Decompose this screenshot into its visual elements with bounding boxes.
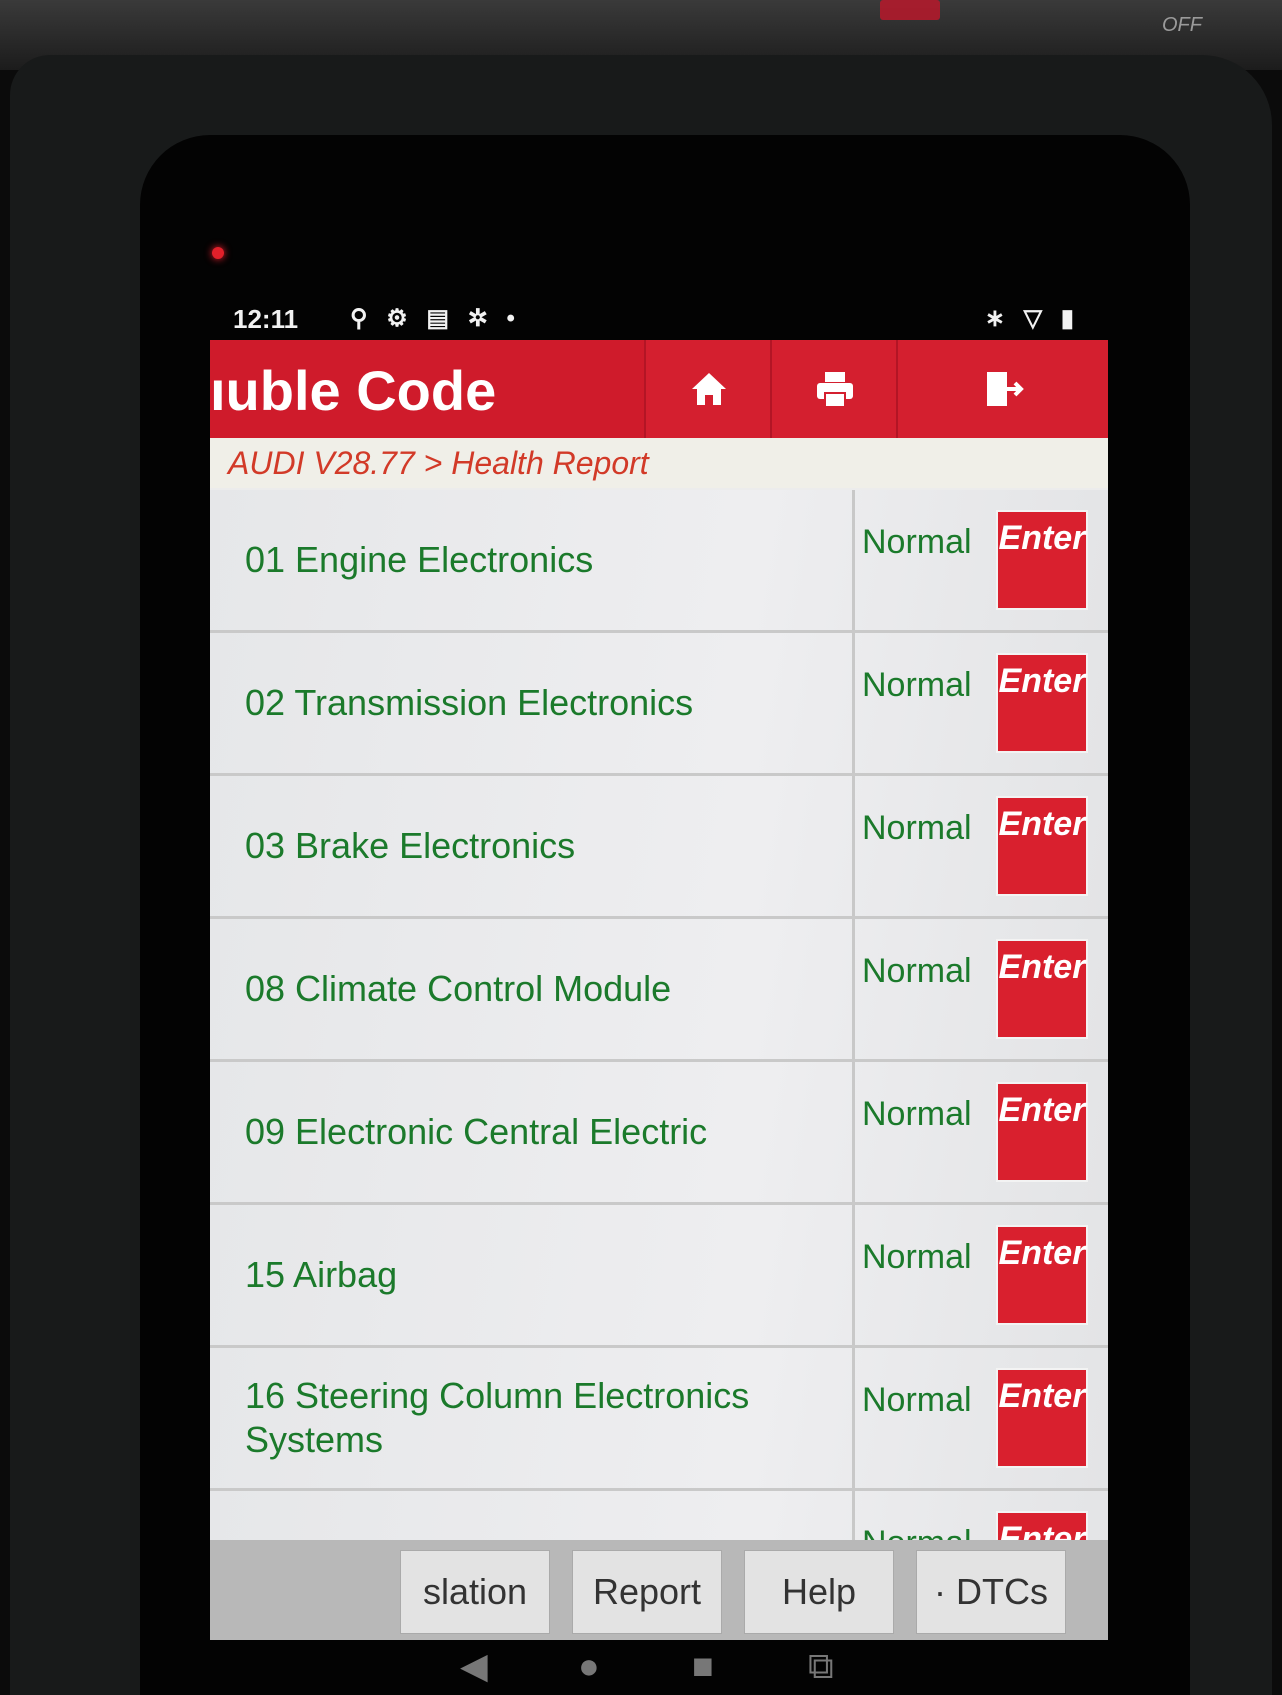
module-name: 16 Steering Column Electronics Systems xyxy=(245,1375,750,1460)
enter-button[interactable]: Enter xyxy=(996,939,1088,1039)
module-name: 01 Engine Electronics xyxy=(245,539,594,580)
recents-icon[interactable]: ■ xyxy=(692,1645,714,1687)
column-divider xyxy=(852,919,855,1059)
module-status: Normal xyxy=(862,1238,972,1276)
enter-button[interactable]: Enter xyxy=(996,1082,1088,1182)
module-status: Normal xyxy=(862,1095,972,1133)
printer-icon xyxy=(817,372,853,408)
module-row: 02 Transmission Electronics Normal Enter xyxy=(210,633,1108,776)
enter-button[interactable]: Enter xyxy=(996,1368,1088,1468)
module-name: 08 Climate Control Module xyxy=(245,968,672,1009)
home-button[interactable] xyxy=(644,340,772,438)
module-status: Normal xyxy=(862,523,972,561)
led-indicator xyxy=(212,247,224,259)
column-divider xyxy=(852,776,855,916)
module-status: Normal xyxy=(862,1381,972,1419)
breadcrumb: AUDI V28.77 > Health Report xyxy=(210,438,1108,488)
app-screen: ıuble Code AUDI V28.77 > Health Report 0… xyxy=(210,340,1108,1640)
exit-button[interactable] xyxy=(896,340,1108,438)
enter-button[interactable]: Enter xyxy=(996,796,1088,896)
dtcs-button[interactable]: · DTCs xyxy=(916,1550,1066,1634)
column-divider xyxy=(852,1062,855,1202)
device-label: OFF xyxy=(1162,14,1202,36)
module-row: 01 Engine Electronics Normal Enter xyxy=(210,490,1108,633)
module-status: Normal xyxy=(862,952,972,990)
back-icon[interactable]: ◀ xyxy=(460,1645,488,1687)
module-row: 08 Climate Control Module Normal Enter xyxy=(210,919,1108,1062)
column-divider xyxy=(852,490,855,630)
notification-icons: ⚲ ⚙ ▤ ✲ • xyxy=(350,305,521,332)
title-bar: ıuble Code xyxy=(210,340,1108,438)
enter-button[interactable]: Enter xyxy=(996,1225,1088,1325)
module-name: 03 Brake Electronics xyxy=(245,825,576,866)
module-row: 03 Brake Electronics Normal Enter xyxy=(210,776,1108,919)
screenshot-icon[interactable]: ⧉ xyxy=(808,1645,834,1688)
column-divider xyxy=(852,1205,855,1345)
exit-icon xyxy=(987,372,1024,406)
module-name: 09 Electronic Central Electric xyxy=(245,1111,708,1152)
help-button[interactable]: Help xyxy=(744,1550,894,1634)
module-name: 15 Airbag xyxy=(245,1254,398,1295)
module-row: 09 Electronic Central Electric Normal En… xyxy=(210,1062,1108,1205)
enter-button[interactable]: Enter xyxy=(996,510,1088,610)
home-icon xyxy=(692,373,726,405)
system-icons: ∗ ▽ ▮ xyxy=(984,305,1080,332)
module-status: Normal xyxy=(862,666,972,704)
android-status-bar: 12:11 ⚲ ⚙ ▤ ✲ • ∗ ▽ ▮ xyxy=(215,300,1095,340)
bottom-toolbar: slation Report Help · DTCs xyxy=(210,1540,1108,1640)
print-button[interactable] xyxy=(770,340,898,438)
report-button[interactable]: Report xyxy=(572,1550,722,1634)
page-title: ıuble Code xyxy=(210,359,497,422)
module-row: 16 Steering Column Electronics Systems N… xyxy=(210,1348,1108,1491)
home-nav-icon[interactable]: ● xyxy=(578,1645,600,1687)
translation-button[interactable]: slation xyxy=(400,1550,550,1634)
module-name: 02 Transmission Electronics xyxy=(245,682,694,723)
android-nav-bar: ◀ ● ■ ⧉ xyxy=(0,1640,1282,1695)
module-list: 01 Engine Electronics Normal Enter 02 Tr… xyxy=(210,490,1108,1637)
indicator-light xyxy=(880,0,940,20)
module-status: Normal xyxy=(862,809,972,847)
column-divider xyxy=(852,1348,855,1488)
column-divider xyxy=(852,633,855,773)
module-row: 15 Airbag Normal Enter xyxy=(210,1205,1108,1348)
clock: 12:11 xyxy=(233,304,299,334)
enter-button[interactable]: Enter xyxy=(996,653,1088,753)
